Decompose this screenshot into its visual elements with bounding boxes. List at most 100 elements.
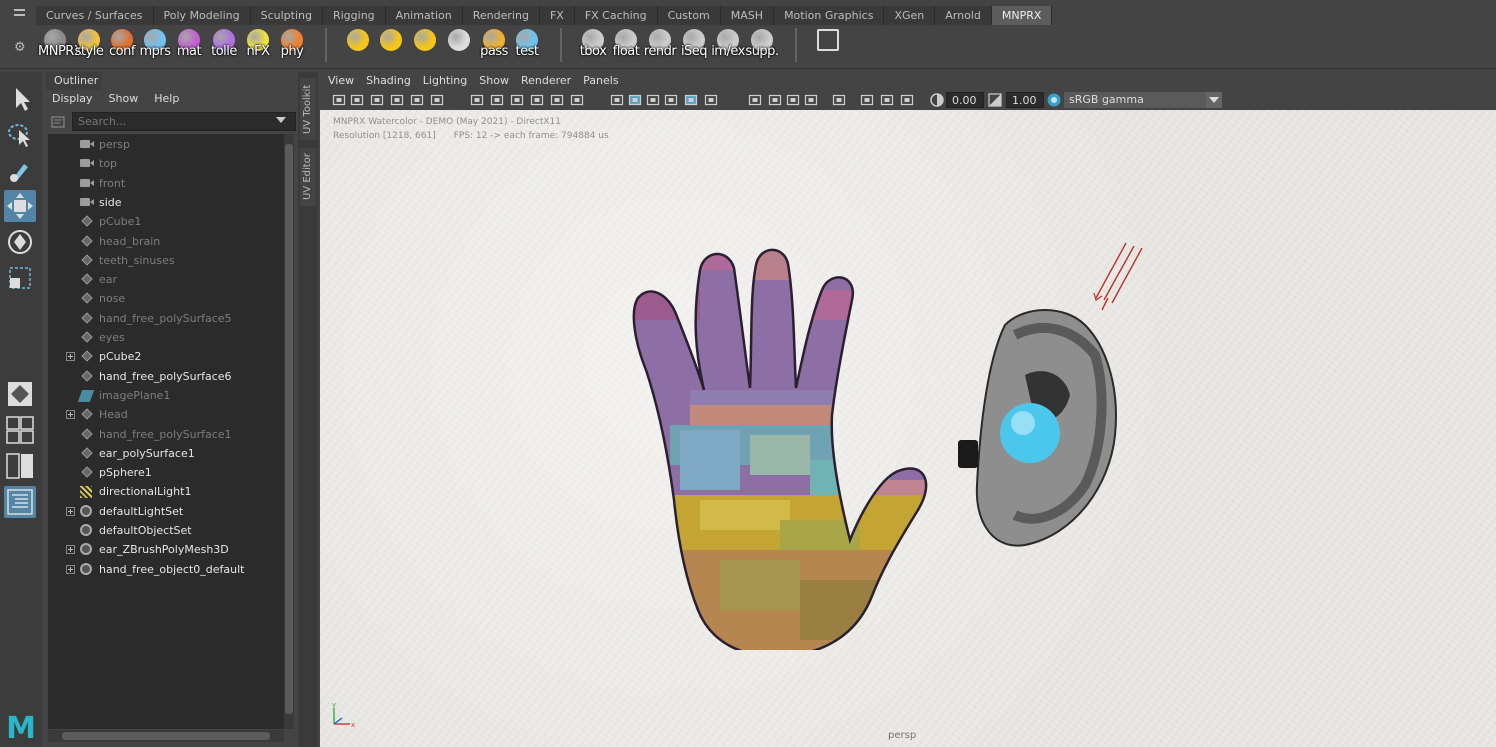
outliner-item[interactable]: pCube2 [48,347,284,366]
gamma-field[interactable]: 1.00 [1006,92,1044,108]
2d-pan-zoom-icon[interactable] [410,93,424,107]
select-tool-icon[interactable] [4,82,36,114]
screen-space-ao-icon[interactable] [748,93,762,107]
tab-fx-caching[interactable]: FX Caching [575,6,658,25]
tab-animation[interactable]: Animation [386,6,463,25]
isolate-select-icon[interactable] [832,93,846,107]
image-sequence-button[interactable]: iSeq [677,27,711,67]
tab-fx[interactable]: FX [540,6,575,25]
motion-blur-icon[interactable] [768,93,782,107]
support-button[interactable]: supp. [745,27,779,67]
tab-rendering[interactable]: Rendering [463,6,540,25]
outliner-item[interactable]: eyes [48,328,284,347]
four-pane-layout-icon[interactable] [4,414,36,446]
outliner-item[interactable]: side [48,193,284,212]
outliner-item[interactable]: ear [48,270,284,289]
tab-mnprx[interactable]: MNPRX [991,6,1053,25]
anti-aliasing-icon[interactable] [786,93,800,107]
resolution-gate-icon[interactable] [510,93,524,107]
tab-motion-graphics[interactable]: Motion Graphics [774,6,885,25]
viewport-menu-lighting[interactable]: Lighting [417,72,473,90]
outliner-item[interactable]: Head [48,405,284,424]
use-all-lights-icon[interactable] [684,93,698,107]
outliner-item[interactable]: teeth_sinuses [48,251,284,270]
config-button[interactable]: conf [105,27,139,67]
directional-light-gizmo[interactable] [1088,238,1148,313]
spot-light-button[interactable] [442,27,476,67]
material-presets-button[interactable]: mprs [138,27,172,67]
tab-mash[interactable]: MASH [721,6,775,25]
outliner-horizontal-scrollbar[interactable] [48,730,284,742]
field-chart-icon[interactable] [550,93,564,107]
tab-xgen[interactable]: XGen [884,6,936,25]
toolbox-window-button[interactable]: tbox [576,27,610,67]
color-space-dropdown[interactable]: sRGB gamma [1064,92,1222,108]
style-button[interactable]: style [72,27,106,67]
test-scene-button[interactable]: test [510,27,544,67]
tab-poly-modeling[interactable]: Poly Modeling [154,6,251,25]
exposure-field[interactable]: 0.00 [946,92,984,108]
float-window-button[interactable]: float [609,27,643,67]
outliner-item[interactable]: ear_ZBrushPolyMesh3D [48,540,284,559]
single-pane-layout-icon[interactable] [4,378,36,410]
outliner-item[interactable]: imagePlane1 [48,386,284,405]
noise-fx-button[interactable]: nFX [241,27,275,67]
viewport-menu-shading[interactable]: Shading [360,72,417,90]
external-link-button[interactable] [811,27,845,67]
scale-tool-icon[interactable] [4,262,36,294]
textured-icon[interactable] [664,93,678,107]
outliner-menu-show[interactable]: Show [101,90,147,110]
lasso-tool-icon[interactable] [4,118,36,150]
outliner-item[interactable]: head_brain [48,232,284,251]
search-options-chevron-icon[interactable] [276,117,286,123]
gate-mask-icon[interactable] [530,93,544,107]
xray-icon[interactable] [860,93,874,107]
outliner-item[interactable]: hand_free_polySurface5 [48,309,284,328]
shadows-icon[interactable] [704,93,718,107]
depth-of-field-icon[interactable] [804,93,818,107]
outliner-item[interactable]: ear_polySurface1 [48,444,284,463]
ear-model[interactable] [955,305,1130,555]
film-gate-icon[interactable] [490,93,504,107]
light-arrows-button[interactable] [374,27,408,67]
smooth-shade-icon[interactable] [628,93,642,107]
render-frame-button[interactable]: rendr [643,27,677,67]
grid-icon[interactable] [470,93,484,107]
image-plane-icon[interactable] [390,93,404,107]
physics-button[interactable]: phy [275,27,309,67]
tab-arnold[interactable]: Arnold [935,6,992,25]
expand-icon[interactable] [66,564,75,574]
outliner-item[interactable]: persp [48,135,284,154]
bookmark-icon[interactable] [370,93,384,107]
move-tool-icon[interactable] [4,190,36,222]
backface-culling-icon[interactable] [900,93,914,107]
outliner-layout-icon[interactable] [4,486,36,518]
expand-icon[interactable] [66,545,75,555]
xray-joints-icon[interactable] [880,93,894,107]
viewport-menu-show[interactable]: Show [473,72,515,90]
outliner-item[interactable]: defaultObjectSet [48,521,284,540]
safe-action-icon[interactable] [570,93,584,107]
outliner-item[interactable]: hand_free_polySurface6 [48,367,284,386]
color-management-icon[interactable] [1047,93,1061,107]
outliner-item[interactable]: defaultLightSet [48,502,284,521]
outliner-search-input[interactable] [72,112,296,131]
gamma-icon[interactable] [988,93,1002,107]
default-material-icon[interactable] [646,93,660,107]
tab-uv-toolkit[interactable]: UV Toolkit [300,78,316,140]
wireframe-icon[interactable] [610,93,624,107]
mnprx-info-button[interactable]: MNPRX [38,27,83,67]
paint-select-tool-icon[interactable] [4,154,36,186]
outliner-menu-help[interactable]: Help [146,90,187,110]
outliner-item[interactable]: pSphere1 [48,463,284,482]
sun-light-button[interactable] [341,27,375,67]
filter-icon[interactable] [50,114,66,130]
import-export-button[interactable]: im/ex [711,27,745,67]
camera-select-icon[interactable] [332,93,346,107]
viewport-menu-panels[interactable]: Panels [577,72,624,90]
two-pane-layout-icon[interactable] [4,450,36,482]
material-button[interactable]: mat [172,27,206,67]
hand-model[interactable] [600,240,960,650]
camera-attributes-icon[interactable] [350,93,364,107]
viewport-menu-renderer[interactable]: Renderer [515,72,577,90]
